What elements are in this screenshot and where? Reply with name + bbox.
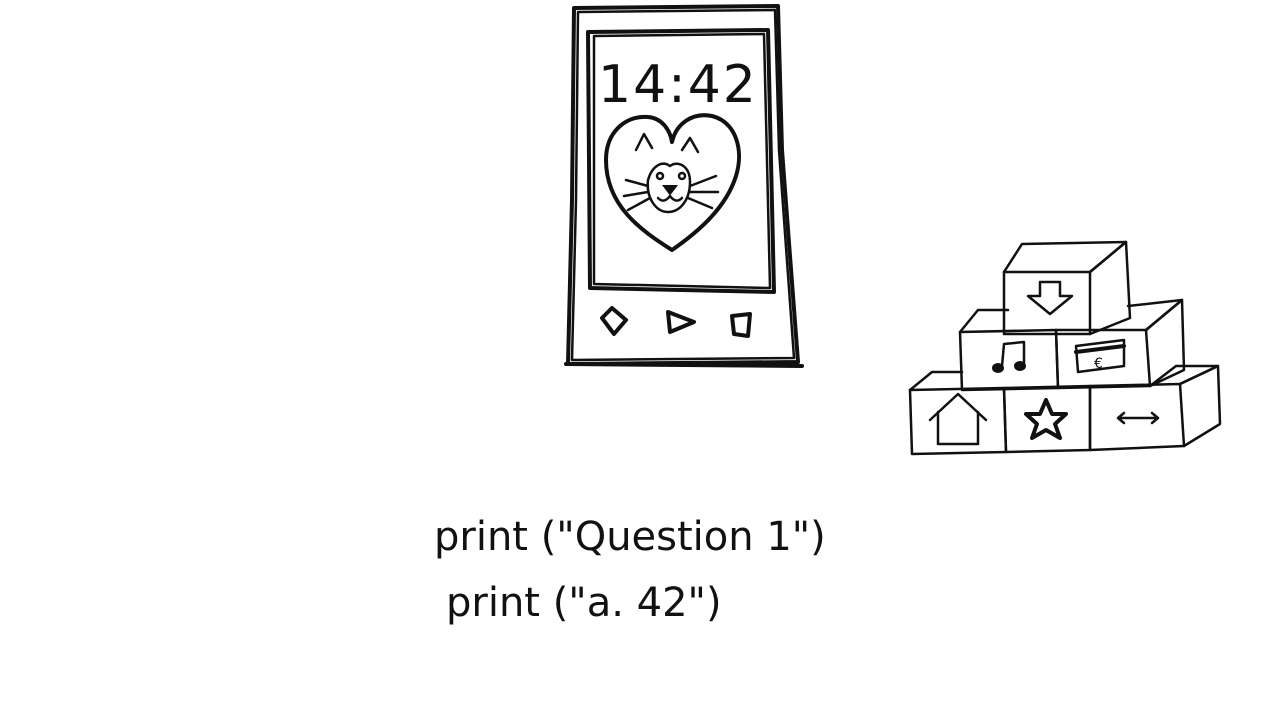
icon-blocks-pyramid: €: [908, 240, 1222, 456]
credit-card-euro-icon: €: [1074, 338, 1126, 374]
download-arrow-icon: [1026, 280, 1074, 316]
back-diamond-icon[interactable]: [600, 306, 628, 336]
bottom-left-block-top: [908, 370, 964, 392]
cat-heart-wallpaper-icon: [604, 113, 741, 252]
middle-right-block-front: [1054, 328, 1152, 390]
cat-right-ear: [680, 136, 700, 154]
phone-base-line: [564, 362, 804, 368]
code-line-answer: print ("a. 42"): [446, 580, 722, 626]
music-note-icon: [992, 340, 1026, 373]
cat-left-ear: [634, 132, 654, 152]
star-icon: [1024, 398, 1068, 440]
cat-nose: [662, 185, 678, 196]
square-icon[interactable]: [730, 312, 752, 338]
cat-mouth: [656, 194, 684, 202]
play-icon[interactable]: [666, 310, 696, 334]
home-icon: [928, 392, 988, 446]
bottom-middle-block-front: [1002, 384, 1092, 454]
middle-left-block-top: [958, 308, 1010, 334]
heart-shape: [604, 113, 741, 252]
cat-right-eye: [677, 171, 687, 181]
code-line-question: print ("Question 1"): [434, 514, 826, 560]
double-arrow-icon: [1116, 411, 1160, 425]
middle-right-block-top: [1126, 298, 1184, 332]
cat-left-eye: [655, 171, 665, 181]
bottom-right-block-side: [1178, 364, 1222, 448]
middle-left-block-front: [958, 328, 1060, 392]
clock-label: 14:42: [598, 55, 758, 115]
card-euro-symbol: €: [1094, 356, 1103, 372]
whiteboard-sketch: 14:42 € print ("Question 1") print ("a. …: [434, 4, 1222, 626]
top-block-side: [1088, 240, 1132, 336]
phone-sketch: 14:42: [564, 4, 804, 368]
